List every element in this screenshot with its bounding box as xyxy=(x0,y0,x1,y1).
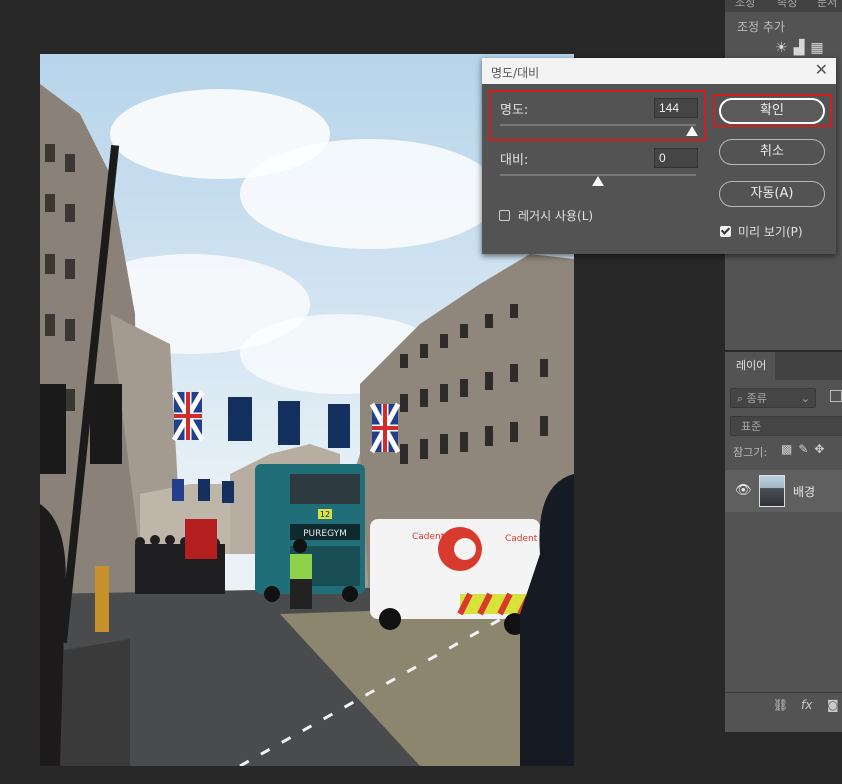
levels-icon[interactable]: ▟ xyxy=(794,40,811,56)
image-filter-icon[interactable] xyxy=(830,390,842,402)
lock-label: 잠그기: xyxy=(733,446,768,459)
layer-thumbnail xyxy=(759,475,785,507)
legacy-checkbox[interactable] xyxy=(499,210,510,221)
curves-icon[interactable]: ▦ xyxy=(810,40,829,56)
lock-transparent-icon[interactable]: ▩ xyxy=(781,442,798,456)
layers-panel: 레이어 ⌕ 종류 ⌄ 표준 잠그기: ▩✎✥ 👁 배경 ⛓ fx ◙ xyxy=(725,352,842,732)
tab-document[interactable]: 문서 xyxy=(817,0,837,10)
svg-text:Cadent: Cadent xyxy=(412,532,445,542)
contrast-input[interactable] xyxy=(654,148,698,168)
link-icon[interactable]: ⛓ xyxy=(773,698,788,712)
svg-text:PUREGYM: PUREGYM xyxy=(303,529,347,539)
brightness-label: 명도: xyxy=(500,103,529,118)
adjustment-icons: ☀▟▦ xyxy=(775,40,830,56)
contrast-slider-thumb[interactable] xyxy=(592,176,604,186)
close-icon[interactable]: ✕ xyxy=(815,60,828,79)
auto-button[interactable]: 자동(A) xyxy=(719,181,825,207)
tab-adjustments[interactable]: 조정 xyxy=(735,0,755,10)
mask-icon[interactable]: ◙ xyxy=(827,698,839,712)
brightness-slider-thumb[interactable] xyxy=(686,126,698,136)
preview-checkbox[interactable] xyxy=(720,226,731,237)
lock-move-icon[interactable]: ✥ xyxy=(814,442,830,456)
ok-button[interactable]: 확인 xyxy=(719,98,825,124)
kind-filter-label: 종류 xyxy=(746,392,767,405)
brightness-input[interactable] xyxy=(654,98,698,118)
tab-layers[interactable]: 레이어 xyxy=(725,352,775,380)
layer-kind-filter[interactable]: ⌕ 종류 ⌄ xyxy=(730,388,816,408)
search-icon: ⌕ xyxy=(737,392,747,405)
layer-name: 배경 xyxy=(793,485,816,499)
preview-label[interactable]: 미리 보기(P) xyxy=(738,223,803,240)
panel-tabbar: 조정 속성 문서 xyxy=(725,0,842,12)
eye-icon[interactable]: 👁 xyxy=(735,483,752,498)
lock-icons: ▩✎✥ xyxy=(781,442,830,456)
chevron-down-icon: ⌄ xyxy=(800,392,810,405)
adjustments-title: 조정 추가 xyxy=(737,20,785,34)
svg-text:Cadent: Cadent xyxy=(505,534,538,544)
layers-footer: ⛓ fx ◙ xyxy=(725,692,842,719)
blend-mode-select[interactable]: 표준 xyxy=(730,416,842,436)
layer-row[interactable]: 👁 배경 xyxy=(725,470,842,512)
dialog-title: 명도/대비 xyxy=(491,66,540,80)
legacy-label[interactable]: 레거시 사용(L) xyxy=(518,207,593,224)
brightness-icon[interactable]: ☀ xyxy=(775,40,794,56)
fx-icon[interactable]: fx xyxy=(801,698,812,712)
contrast-label: 대비: xyxy=(500,153,529,168)
brightness-slider-track[interactable] xyxy=(500,124,696,126)
lock-paint-icon[interactable]: ✎ xyxy=(798,442,814,456)
cancel-button[interactable]: 취소 xyxy=(719,139,825,165)
dialog-titlebar[interactable]: 명도/대비 ✕ xyxy=(482,58,836,84)
svg-text:12: 12 xyxy=(320,510,330,519)
brightness-contrast-dialog: 명도/대비 ✕ 명도: 대비: 레거시 사용(L) 확인 취소 자동(A) 미리… xyxy=(482,58,836,254)
van: Cadent Cadent xyxy=(370,519,540,635)
tab-properties[interactable]: 속성 xyxy=(777,0,797,10)
layers-tabbar: 레이어 xyxy=(725,352,842,380)
